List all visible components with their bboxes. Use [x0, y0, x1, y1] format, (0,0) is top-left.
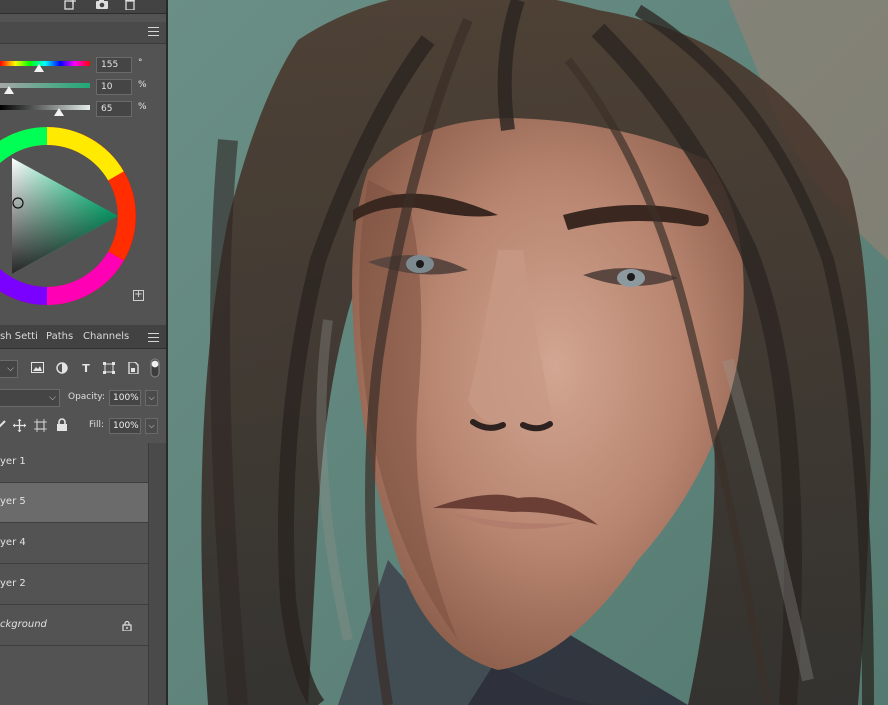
- smart-object-filter-icon[interactable]: [126, 361, 140, 376]
- layer-row-2[interactable]: yer 2: [0, 565, 148, 605]
- layer-filter-row: ⌵ T: [0, 357, 166, 383]
- saturation-unit: %: [138, 80, 147, 90]
- lock-fill-row: Fill: 100% ⌵: [0, 414, 166, 440]
- layer-row-4[interactable]: yer 4: [0, 524, 148, 564]
- blend-opacity-row: ⌵ Opacity: 100% ⌵: [0, 386, 166, 412]
- saturation-value-field[interactable]: 10: [96, 79, 132, 95]
- artboard-icon[interactable]: [33, 419, 47, 433]
- filter-toggle-icon[interactable]: [148, 358, 162, 378]
- fill-field[interactable]: 100%: [109, 418, 141, 434]
- brightness-slider-row: 65 %: [0, 101, 166, 119]
- layer-name: ckground: [0, 619, 47, 630]
- hue-value-field[interactable]: 155: [96, 57, 132, 73]
- tab-paths[interactable]: Paths: [46, 325, 76, 349]
- tab-brush-settings[interactable]: sh Setti: [0, 325, 42, 349]
- hue-slider[interactable]: [0, 61, 90, 66]
- fill-label: Fill:: [89, 420, 105, 430]
- move-icon[interactable]: [12, 419, 26, 433]
- panels-dock: 155 ° 10 % 65 % + sh Setti Paths Channel…: [0, 0, 166, 705]
- shape-filter-icon[interactable]: [102, 362, 116, 376]
- adjustment-filter-icon[interactable]: [55, 362, 69, 376]
- layer-row-1[interactable]: yer 1: [0, 443, 148, 483]
- brightness-value-field[interactable]: 65: [96, 101, 132, 117]
- image-filter-icon[interactable]: [30, 362, 44, 376]
- panel-tabs: sh Setti Paths Channels: [0, 325, 166, 349]
- lock-pixels-icon[interactable]: [0, 419, 8, 433]
- saturation-slider-thumb[interactable]: [4, 86, 14, 94]
- background-lock-icon: [122, 620, 132, 632]
- hue-slider-thumb[interactable]: [33, 64, 44, 72]
- color-panel-menu-icon[interactable]: [148, 27, 159, 36]
- portrait-painting: [168, 0, 888, 705]
- layer-row-5[interactable]: yer 5: [0, 483, 148, 523]
- layer-name: yer 1: [0, 456, 26, 467]
- layer-name: yer 5: [0, 496, 26, 507]
- document-canvas[interactable]: [168, 0, 888, 705]
- saturation-slider-row: 10 %: [0, 79, 166, 97]
- fill-dropdown-button[interactable]: ⌵: [145, 418, 158, 434]
- color-panel-header: [0, 22, 166, 44]
- layers-scrollbar[interactable]: [148, 443, 166, 705]
- trash-icon[interactable]: [122, 0, 138, 12]
- tab-channels[interactable]: Channels: [83, 325, 129, 349]
- type-filter-icon[interactable]: T: [79, 362, 93, 376]
- lock-icon[interactable]: [55, 418, 69, 432]
- hue-unit: °: [138, 58, 143, 68]
- expand-icon[interactable]: +: [133, 290, 144, 301]
- hue-slider-row: 155 °: [0, 57, 166, 75]
- layers-list: yer 1 yer 5 yer 4 yer 2 ckground: [0, 443, 148, 705]
- opacity-dropdown-button[interactable]: ⌵: [145, 390, 158, 406]
- brightness-slider-thumb[interactable]: [53, 108, 64, 116]
- filter-kind-dropdown[interactable]: ⌵: [0, 360, 18, 378]
- layer-name: yer 2: [0, 578, 26, 589]
- color-wheel[interactable]: [0, 126, 150, 316]
- opacity-field[interactable]: 100%: [109, 390, 141, 406]
- layers-panel-menu-icon[interactable]: [148, 333, 159, 342]
- new-layer-icon[interactable]: [62, 0, 78, 12]
- opacity-label: Opacity:: [68, 392, 105, 402]
- camera-icon[interactable]: [94, 0, 110, 12]
- brightness-unit: %: [138, 102, 147, 112]
- blend-mode-dropdown[interactable]: ⌵: [0, 389, 60, 407]
- top-panel-bar: [0, 0, 166, 14]
- layer-name: yer 4: [0, 537, 26, 548]
- layer-row-background[interactable]: ckground: [0, 606, 148, 646]
- brightness-slider[interactable]: [0, 105, 90, 110]
